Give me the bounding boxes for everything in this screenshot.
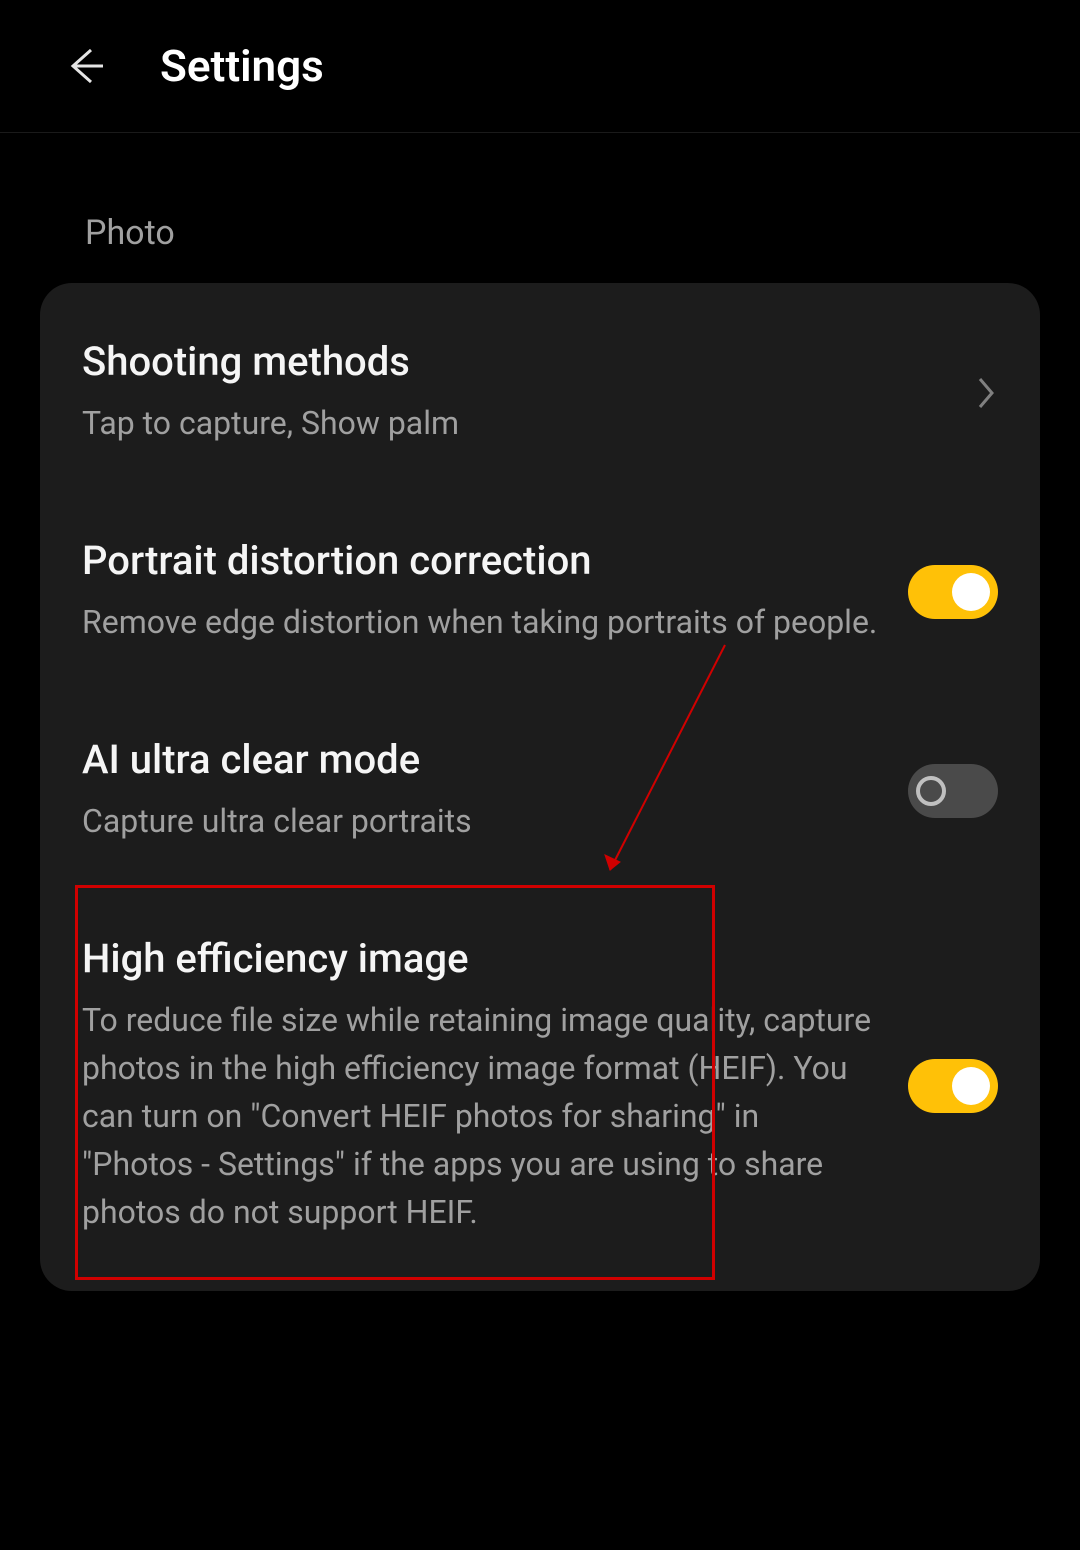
section-header-photo: Photo <box>0 133 1080 283</box>
chevron-right-icon <box>974 373 998 413</box>
setting-text: Portrait distortion correction Remove ed… <box>82 537 908 646</box>
setting-description: To reduce file size while retaining imag… <box>82 996 878 1236</box>
toggle-high-efficiency[interactable] <box>908 1059 998 1113</box>
setting-title: Portrait distortion correction <box>82 537 878 584</box>
setting-portrait-distortion: Portrait distortion correction Remove ed… <box>40 492 1040 691</box>
setting-description: Tap to capture, Show palm <box>82 399 944 447</box>
setting-description: Capture ultra clear portraits <box>82 797 878 845</box>
header: Settings <box>0 0 1080 133</box>
toggle-knob <box>916 776 946 806</box>
setting-ai-ultra-clear: AI ultra clear mode Capture ultra clear … <box>40 691 1040 890</box>
toggle-knob <box>952 1067 990 1105</box>
setting-high-efficiency: High efficiency image To reduce file siz… <box>40 890 1040 1281</box>
setting-title: Shooting methods <box>82 338 944 385</box>
settings-card: Shooting methods Tap to capture, Show pa… <box>40 283 1040 1291</box>
setting-title: High efficiency image <box>82 935 878 982</box>
toggle-ai-ultra-clear[interactable] <box>908 764 998 818</box>
setting-title: AI ultra clear mode <box>82 736 878 783</box>
setting-text: High efficiency image To reduce file siz… <box>82 935 908 1236</box>
setting-description: Remove edge distortion when taking portr… <box>82 598 878 646</box>
back-icon[interactable] <box>60 41 110 91</box>
toggle-knob <box>952 573 990 611</box>
setting-text: Shooting methods Tap to capture, Show pa… <box>82 338 974 447</box>
page-title: Settings <box>160 40 324 92</box>
toggle-portrait-distortion[interactable] <box>908 565 998 619</box>
setting-shooting-methods[interactable]: Shooting methods Tap to capture, Show pa… <box>40 293 1040 492</box>
setting-text: AI ultra clear mode Capture ultra clear … <box>82 736 908 845</box>
